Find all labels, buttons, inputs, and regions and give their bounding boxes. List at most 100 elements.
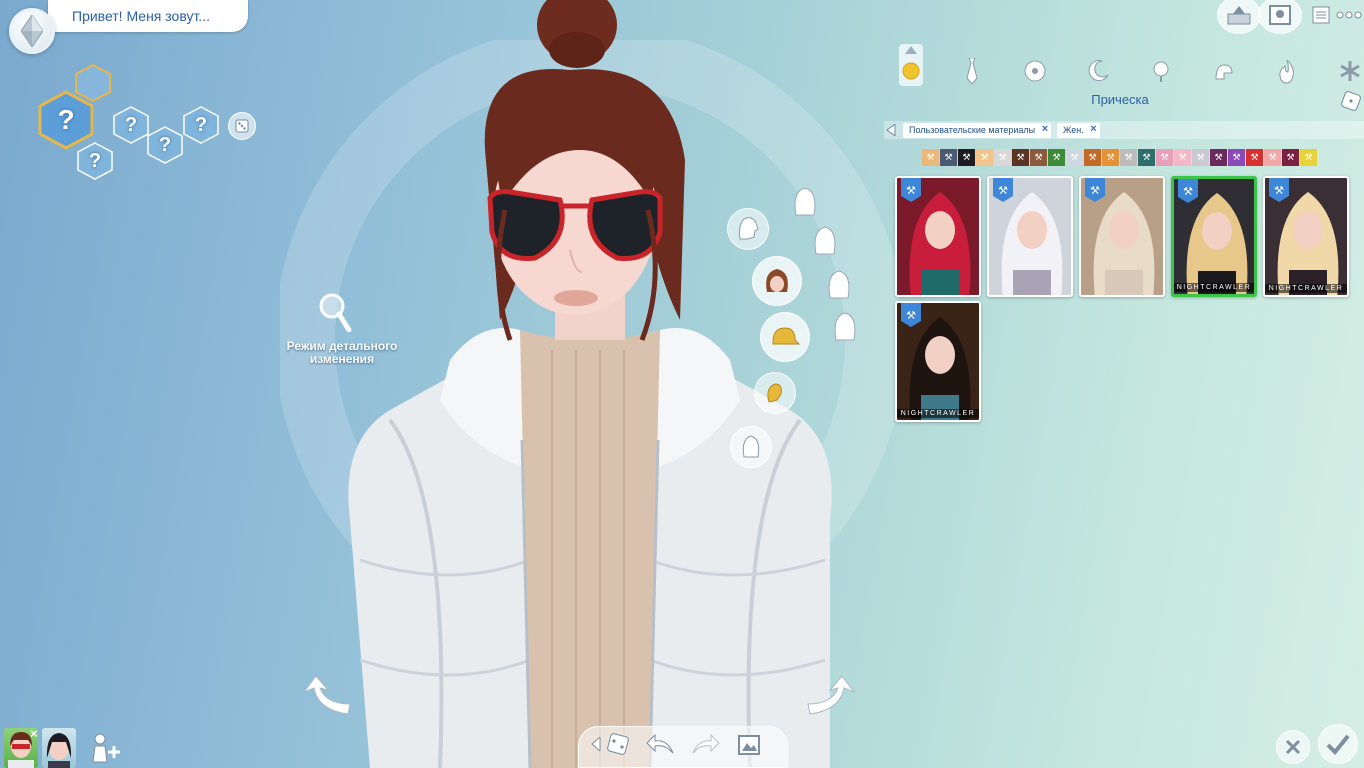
color-swatch[interactable]: ⚒ [1138, 149, 1155, 166]
household-sim-2[interactable] [42, 728, 76, 768]
aspiration-question-icon: ? [57, 104, 75, 135]
color-swatch[interactable]: ⚒ [1048, 149, 1065, 166]
hair-item-hair-braids-dark[interactable]: ⚒ NIGHTCRAWLER [895, 301, 981, 422]
color-swatch[interactable]: ⚒ [1228, 149, 1245, 166]
color-swatch[interactable]: ⚒ [994, 149, 1011, 166]
color-swatch[interactable]: ⚒ [1174, 149, 1191, 166]
party-icon [1153, 61, 1169, 82]
wrench-icon: ⚒ [1124, 152, 1133, 162]
wrench-icon: ⚒ [1070, 152, 1079, 162]
color-swatch[interactable]: ⚒ [1282, 149, 1299, 166]
sim-name-field[interactable]: Привет! Меня зовут... [48, 0, 248, 32]
category-sleep[interactable] [1083, 56, 1113, 86]
bald-head-icon [742, 435, 760, 458]
add-sim-button[interactable] [88, 732, 122, 764]
trait-question-icon: ? [194, 113, 208, 136]
menu-list-button[interactable] [1312, 6, 1330, 24]
download-tray-icon [1227, 6, 1251, 25]
hair-item-hair-bun-bangs[interactable]: ⚒ NIGHTCRAWLER [1171, 176, 1257, 297]
color-swatch[interactable]: ⚒ [1300, 149, 1317, 166]
ear-accessory-icon [767, 383, 782, 403]
filter-chip-female[interactable]: Жен. × [1057, 123, 1100, 138]
head-angle-back[interactable] [822, 266, 856, 302]
random-traits-button[interactable] [228, 112, 256, 140]
creator-label: NIGHTCRAWLER [897, 409, 979, 418]
rotate-left-arrow[interactable] [298, 674, 354, 720]
head-angle-front[interactable] [788, 183, 822, 219]
trait-slot-2[interactable]: ? [146, 126, 184, 164]
panel-title: Прическа [1091, 92, 1149, 107]
screenshot-button[interactable] [737, 733, 761, 757]
hair-item-hair-blonde-curly[interactable]: ⚒ [1079, 176, 1165, 297]
color-swatch[interactable]: ⚒ [1120, 149, 1137, 166]
category-bar [893, 44, 1364, 94]
trait-slot-4[interactable]: ? [76, 142, 114, 180]
color-swatches: ⚒ ⚒ ⚒ ⚒ ⚒ ⚒ ⚒ ⚒ ⚒ ⚒ ⚒ ⚒ ⚒ ⚒ ⚒ ⚒ ⚒ ⚒ ⚒ ⚒ ⚒ ⚒ [922, 149, 1317, 167]
head-front-icon [794, 187, 816, 216]
color-swatch[interactable]: ⚒ [1102, 149, 1119, 166]
category-hot-weather[interactable] [1272, 56, 1302, 86]
moon-icon [1088, 60, 1109, 82]
wrench-icon: ⚒ [1178, 152, 1187, 162]
color-swatch[interactable]: ⚒ [1246, 149, 1263, 166]
ellipsis-icon [1336, 11, 1362, 19]
gallery-button[interactable] [1258, 0, 1302, 34]
hair-item-hair-white-wavy[interactable]: ⚒ [987, 176, 1073, 297]
cancel-button[interactable] [1276, 730, 1310, 764]
color-swatch[interactable]: ⚒ [940, 149, 957, 166]
randomize-outfit-button[interactable] [1340, 90, 1364, 112]
body-button[interactable] [730, 426, 772, 468]
category-swimwear[interactable] [1209, 56, 1239, 86]
color-swatch[interactable]: ⚒ [1066, 149, 1083, 166]
color-swatch[interactable]: ⚒ [1012, 149, 1029, 166]
filter-back-arrow[interactable] [886, 124, 896, 136]
save-to-gallery-button[interactable] [1217, 0, 1261, 34]
head-shape-button[interactable] [727, 208, 769, 250]
head-angle-side[interactable] [808, 222, 842, 258]
detail-mode-button[interactable] [318, 292, 352, 333]
category-formal[interactable] [957, 56, 987, 86]
redo-button[interactable] [691, 731, 721, 757]
more-options-button[interactable] [1336, 8, 1362, 22]
toolbar-collapse-arrow[interactable] [591, 737, 601, 751]
wrench-icon: ⚒ [1304, 152, 1313, 162]
head-angle-profile[interactable] [828, 308, 862, 344]
filter-chip-custom[interactable]: Пользовательские материалы × [903, 123, 1052, 138]
hair-item-hair-platinum-straight[interactable]: ⚒ NIGHTCRAWLER [1263, 176, 1349, 297]
undo-button[interactable] [645, 731, 675, 757]
color-swatch[interactable]: ⚒ [958, 149, 975, 166]
remove-sim-icon[interactable]: × [30, 726, 38, 741]
remove-filter-icon[interactable]: × [1090, 123, 1096, 135]
color-swatch[interactable]: ⚒ [1264, 149, 1281, 166]
color-swatch[interactable]: ⚒ [922, 149, 939, 166]
hat-button[interactable] [760, 312, 810, 362]
wrench-icon: ⚒ [1268, 152, 1277, 162]
confirm-button[interactable] [1318, 724, 1358, 764]
flame-icon [1279, 59, 1294, 84]
accessory-button[interactable] [754, 372, 796, 414]
color-swatch[interactable]: ⚒ [1192, 149, 1209, 166]
color-swatch[interactable]: ⚒ [1156, 149, 1173, 166]
hair-button[interactable] [752, 256, 802, 306]
creator-label: NIGHTCRAWLER [1265, 284, 1347, 293]
color-swatch[interactable]: ⚒ [1030, 149, 1047, 166]
category-party[interactable] [1146, 56, 1176, 86]
wrench-icon: ⚒ [944, 152, 953, 162]
category-cold-weather[interactable] [1335, 56, 1364, 86]
aspiration-hex-top [74, 64, 112, 102]
hair-item-hair-red-long[interactable]: ⚒ [895, 176, 981, 297]
trait-slot-3[interactable]: ? [182, 106, 220, 144]
color-swatch[interactable]: ⚒ [1210, 149, 1227, 166]
plumbob-icon [21, 15, 43, 47]
rotate-right-arrow[interactable] [804, 674, 860, 720]
trait-slot-1[interactable]: ? [112, 106, 150, 144]
randomize-sim-button[interactable] [605, 731, 631, 757]
color-swatch[interactable]: ⚒ [1084, 149, 1101, 166]
category-athletic[interactable] [1020, 56, 1050, 86]
category-up-button[interactable] [899, 44, 923, 86]
wrench-icon: ⚒ [1016, 152, 1025, 162]
color-swatch[interactable]: ⚒ [976, 149, 993, 166]
plumbob-button[interactable] [9, 8, 55, 54]
remove-filter-icon[interactable]: × [1042, 123, 1048, 135]
wrench-icon: ⚒ [1232, 152, 1241, 162]
